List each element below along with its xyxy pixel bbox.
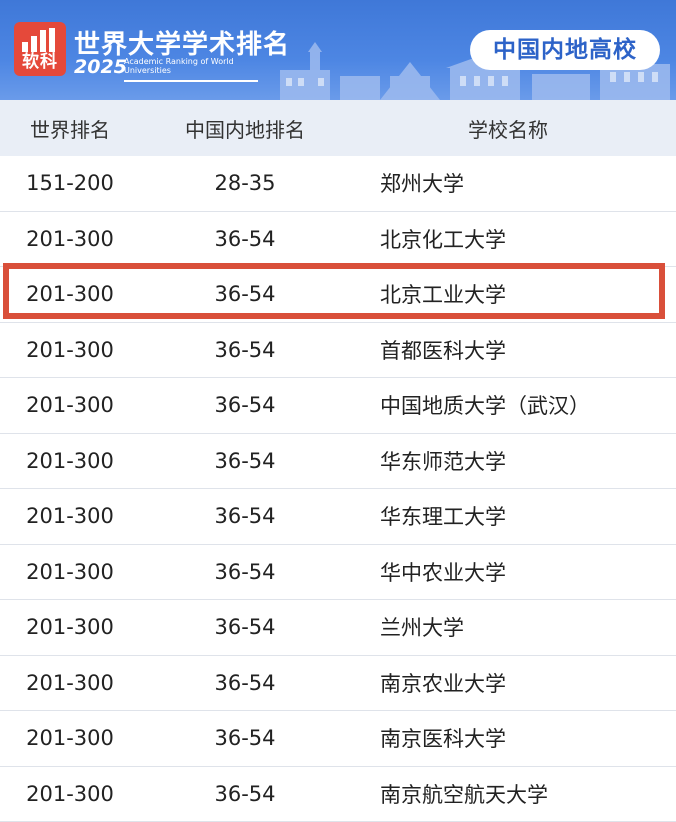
school-name-cell: 南京医科大学 <box>380 727 506 752</box>
table-row: 201-300 36-54 南京农业大学 <box>0 656 676 711</box>
table-row: 201-300 36-54 南京医科大学 <box>0 711 676 767</box>
table-header: 世界排名 中国内地排名 学校名称 <box>0 100 676 156</box>
table-row: 201-300 36-54 中国地质大学（武汉） <box>0 378 676 434</box>
school-name-cell: 北京工业大学 <box>380 283 506 308</box>
mainland-rank-cell: 36-54 <box>214 504 276 529</box>
mainland-rank-cell: 36-54 <box>214 282 276 307</box>
table-row: 201-300 36-54 北京化工大学 <box>0 212 676 267</box>
ranking-banner: 软科 世界大学学术排名 2025 Academic Ranking of Wor… <box>0 0 676 100</box>
column-header-mainland-rank: 中国内地排名 <box>185 117 305 142</box>
table-row: 201-300 36-54 南京航空航天大学 <box>0 767 676 822</box>
column-header-school-name: 学校名称 <box>468 117 548 142</box>
table-row: 201-300 36-54 北京工业大学 <box>0 267 676 323</box>
school-name-cell: 华中农业大学 <box>380 560 506 585</box>
world-rank-cell: 201-300 <box>26 726 114 751</box>
world-rank-cell: 201-300 <box>26 559 114 584</box>
table-row: 201-300 36-54 华东理工大学 <box>0 489 676 545</box>
mainland-rank-cell: 36-54 <box>214 726 276 751</box>
table-row: 201-300 36-54 华东师范大学 <box>0 434 676 489</box>
world-rank-cell: 201-300 <box>26 781 114 806</box>
table-row: 201-300 36-54 华中农业大学 <box>0 545 676 600</box>
table-row: 201-300 36-54 首都医科大学 <box>0 323 676 378</box>
shanghairanking-logo: 软科 <box>14 22 66 76</box>
mainland-rank-cell: 36-54 <box>214 615 276 640</box>
logo-text: 软科 <box>22 52 58 72</box>
ranking-table-body: 151-200 28-35 郑州大学 201-300 36-54 北京化工大学 201-30… <box>0 156 676 822</box>
world-rank-cell: 151-200 <box>26 171 114 196</box>
world-rank-cell: 201-300 <box>26 226 114 251</box>
world-rank-cell: 201-300 <box>26 448 114 473</box>
mainland-rank-cell: 36-54 <box>214 448 276 473</box>
mainland-rank-cell: 36-54 <box>214 337 276 362</box>
mainland-rank-cell: 36-54 <box>214 781 276 806</box>
mainland-rank-cell: 36-54 <box>214 226 276 251</box>
mainland-rank-cell: 36-54 <box>214 670 276 695</box>
mainland-universities-badge: 中国内地高校 <box>470 30 660 70</box>
school-name-cell: 南京农业大学 <box>380 671 506 696</box>
mainland-rank-cell: 36-54 <box>214 559 276 584</box>
world-rank-cell: 201-300 <box>26 393 114 418</box>
table-row: 201-300 36-54 兰州大学 <box>0 600 676 656</box>
brand-year: 2025 <box>74 56 127 78</box>
column-header-world-rank: 世界排名 <box>30 117 110 142</box>
brand-underline <box>124 80 258 82</box>
school-name-cell: 首都医科大学 <box>380 338 506 363</box>
school-name-cell: 郑州大学 <box>380 172 464 197</box>
school-name-cell: 华东理工大学 <box>380 505 506 530</box>
world-rank-cell: 201-300 <box>26 670 114 695</box>
school-name-cell: 华东师范大学 <box>380 449 506 474</box>
mainland-rank-cell: 36-54 <box>214 393 276 418</box>
world-rank-cell: 201-300 <box>26 615 114 640</box>
school-name-cell: 中国地质大学（武汉） <box>380 394 590 419</box>
mainland-rank-cell: 28-35 <box>214 171 276 196</box>
school-name-cell: 北京化工大学 <box>380 227 506 252</box>
world-rank-cell: 201-300 <box>26 504 114 529</box>
table-row: 151-200 28-35 郑州大学 <box>0 156 676 212</box>
school-name-cell: 兰州大学 <box>380 616 464 641</box>
brand-subtitle: Academic Ranking of World Universities <box>124 57 234 75</box>
school-name-cell: 南京航空航天大学 <box>380 782 548 807</box>
world-rank-cell: 201-300 <box>26 282 114 307</box>
world-rank-cell: 201-300 <box>26 337 114 362</box>
